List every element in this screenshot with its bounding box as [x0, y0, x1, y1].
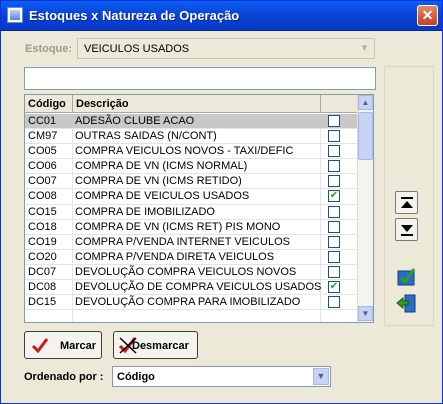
- row-description: COMPRA DE VN (ICMS NORMAL): [75, 160, 248, 173]
- row-code: CO08: [28, 190, 57, 203]
- scroll-down-icon[interactable]: ▼: [358, 306, 373, 321]
- table-row[interactable]: CO08 COMPRA DE VEICULOS USADOS ✔: [25, 189, 358, 205]
- table-row[interactable]: CO06 COMPRA DE VN (ICMS NORMAL): [25, 159, 358, 175]
- confirm-check-icon: [397, 268, 416, 286]
- row-checkbox[interactable]: [328, 130, 340, 143]
- order-value: Código: [117, 371, 155, 383]
- table-row[interactable]: CO07 COMPRA DE VN (ICMS RETIDO): [25, 174, 358, 190]
- move-bottom-button[interactable]: [395, 218, 418, 241]
- grid-header: Código Descrição: [25, 95, 358, 113]
- window-title: Estoques x Natureza de Operação: [29, 8, 240, 23]
- row-description: COMPRA VEICULOS NOVOS - TAXI/DEFIC: [75, 145, 294, 158]
- operations-grid[interactable]: Código Descrição CC01 ADESÃO CLUBE ACAO CM…: [24, 94, 374, 323]
- chevron-down-icon[interactable]: ▼: [313, 368, 329, 385]
- move-top-button[interactable]: [395, 191, 418, 214]
- arrow-up-icon: [401, 201, 413, 208]
- arrow-down-icon: [401, 225, 413, 232]
- ordenado-label: Ordenado por :: [24, 371, 104, 383]
- row-checkbox[interactable]: [328, 235, 340, 248]
- row-checkbox[interactable]: [328, 205, 340, 218]
- row-code: CO15: [28, 205, 57, 218]
- chevron-down-icon: ▼: [359, 43, 370, 54]
- row-description: DEVOLUÇÃO COMPRA VEICULOS NOVOS: [75, 265, 297, 278]
- table-row[interactable]: DC07 DEVOLUÇÃO COMPRA VEICULOS NOVOS: [25, 265, 358, 281]
- row-checkbox[interactable]: [328, 175, 340, 188]
- row-checkbox[interactable]: [328, 160, 340, 173]
- row-checkbox[interactable]: ✔: [328, 190, 340, 203]
- table-row[interactable]: CO19 COMPRA P/VENDA INTERNET VEICULOS: [25, 235, 358, 250]
- row-code: DC15: [28, 296, 57, 309]
- header-codigo: Código: [28, 98, 66, 110]
- header-descricao: Descrição: [76, 98, 129, 110]
- row-description: COMPRA P/VENDA DIRETA VEICULOS: [75, 250, 275, 263]
- order-select[interactable]: Código ▼: [112, 366, 331, 387]
- row-description: OUTRAS SAIDAS (N/CONT): [75, 130, 217, 143]
- title-bar[interactable]: Estoques x Natureza de Operação ✕: [1, 1, 442, 31]
- row-checkbox[interactable]: [328, 220, 340, 233]
- row-code: CO18: [28, 220, 57, 233]
- row-checkbox[interactable]: [328, 145, 340, 158]
- row-checkbox[interactable]: ✔: [328, 281, 340, 294]
- row-description: DEVOLUÇÃO COMPRA PARA IMOBILIZADO: [75, 296, 301, 309]
- exit-door-icon: [396, 294, 416, 313]
- table-row[interactable]: DC15 DEVOLUÇÃO COMPRA PARA IMOBILIZADO: [25, 295, 358, 311]
- vertical-scrollbar[interactable]: ▲ ▼: [357, 95, 373, 322]
- marcar-button[interactable]: Marcar: [24, 331, 102, 359]
- desmarcar-label: Desmarcar: [132, 340, 189, 352]
- row-code: CO05: [28, 145, 57, 158]
- estoque-label: Estoque:: [25, 43, 73, 55]
- row-code: CO07: [28, 175, 57, 188]
- row-description: COMPRA DE VN (ICMS RETIDO): [75, 175, 242, 188]
- row-description: COMPRA DE VN (ICMS RET) PIS MONO: [75, 220, 281, 233]
- close-button[interactable]: ✕: [417, 5, 438, 26]
- row-code: CO06: [28, 160, 57, 173]
- confirm-button[interactable]: [395, 265, 418, 288]
- marcar-label: Marcar: [60, 340, 97, 352]
- row-description: ADESÃO CLUBE ACAO: [75, 115, 195, 127]
- filter-input[interactable]: [24, 67, 376, 90]
- exit-button[interactable]: [395, 292, 418, 315]
- table-row[interactable]: CO05 COMPRA VEICULOS NOVOS - TAXI/DEFIC: [25, 144, 358, 160]
- row-description: COMPRA DE VEICULOS USADOS: [75, 190, 250, 203]
- dialog-window: Estoques x Natureza de Operação ✕ Estoqu…: [0, 0, 443, 404]
- row-checkbox[interactable]: [328, 265, 340, 278]
- row-code: CO20: [28, 250, 57, 263]
- table-row[interactable]: CC01 ADESÃO CLUBE ACAO: [25, 114, 358, 130]
- row-checkbox[interactable]: [328, 115, 340, 127]
- row-description: COMPRA DE IMOBILIZADO: [75, 205, 215, 218]
- scroll-thumb[interactable]: [358, 112, 373, 160]
- row-code: DC08: [28, 281, 57, 294]
- check-red-icon: [31, 338, 49, 353]
- row-code: CC01: [28, 115, 57, 127]
- table-row[interactable]: DC08 DEVOLUÇÃO DE COMPRA VEICULOS USADOS ✔: [25, 280, 358, 296]
- app-icon: [7, 7, 23, 23]
- row-checkbox[interactable]: [328, 296, 340, 309]
- table-row[interactable]: CO20 COMPRA P/VENDA DIRETA VEICULOS: [25, 250, 358, 265]
- row-description: COMPRA P/VENDA INTERNET VEICULOS: [75, 235, 290, 248]
- row-checkbox[interactable]: [328, 250, 340, 263]
- estoque-value: VEICULOS USADOS: [84, 43, 190, 55]
- table-row[interactable]: CM97 OUTRAS SAIDAS (N/CONT): [25, 129, 358, 145]
- table-row[interactable]: CO15 COMPRA DE IMOBILIZADO: [25, 205, 358, 220]
- desmarcar-button[interactable]: Desmarcar: [113, 331, 198, 359]
- table-row[interactable]: CO18 COMPRA DE VN (ICMS RET) PIS MONO: [25, 220, 358, 235]
- row-code: CO19: [28, 235, 57, 248]
- grid-rows: CC01 ADESÃO CLUBE ACAO CM97 OUTRAS SAIDAS (…: [25, 114, 358, 311]
- scroll-up-icon[interactable]: ▲: [358, 95, 373, 110]
- estoque-select: VEICULOS USADOS ▼: [77, 38, 375, 59]
- row-code: CM97: [28, 130, 58, 143]
- row-description: DEVOLUÇÃO DE COMPRA VEICULOS USADOS: [75, 281, 322, 294]
- row-code: DC07: [28, 265, 57, 278]
